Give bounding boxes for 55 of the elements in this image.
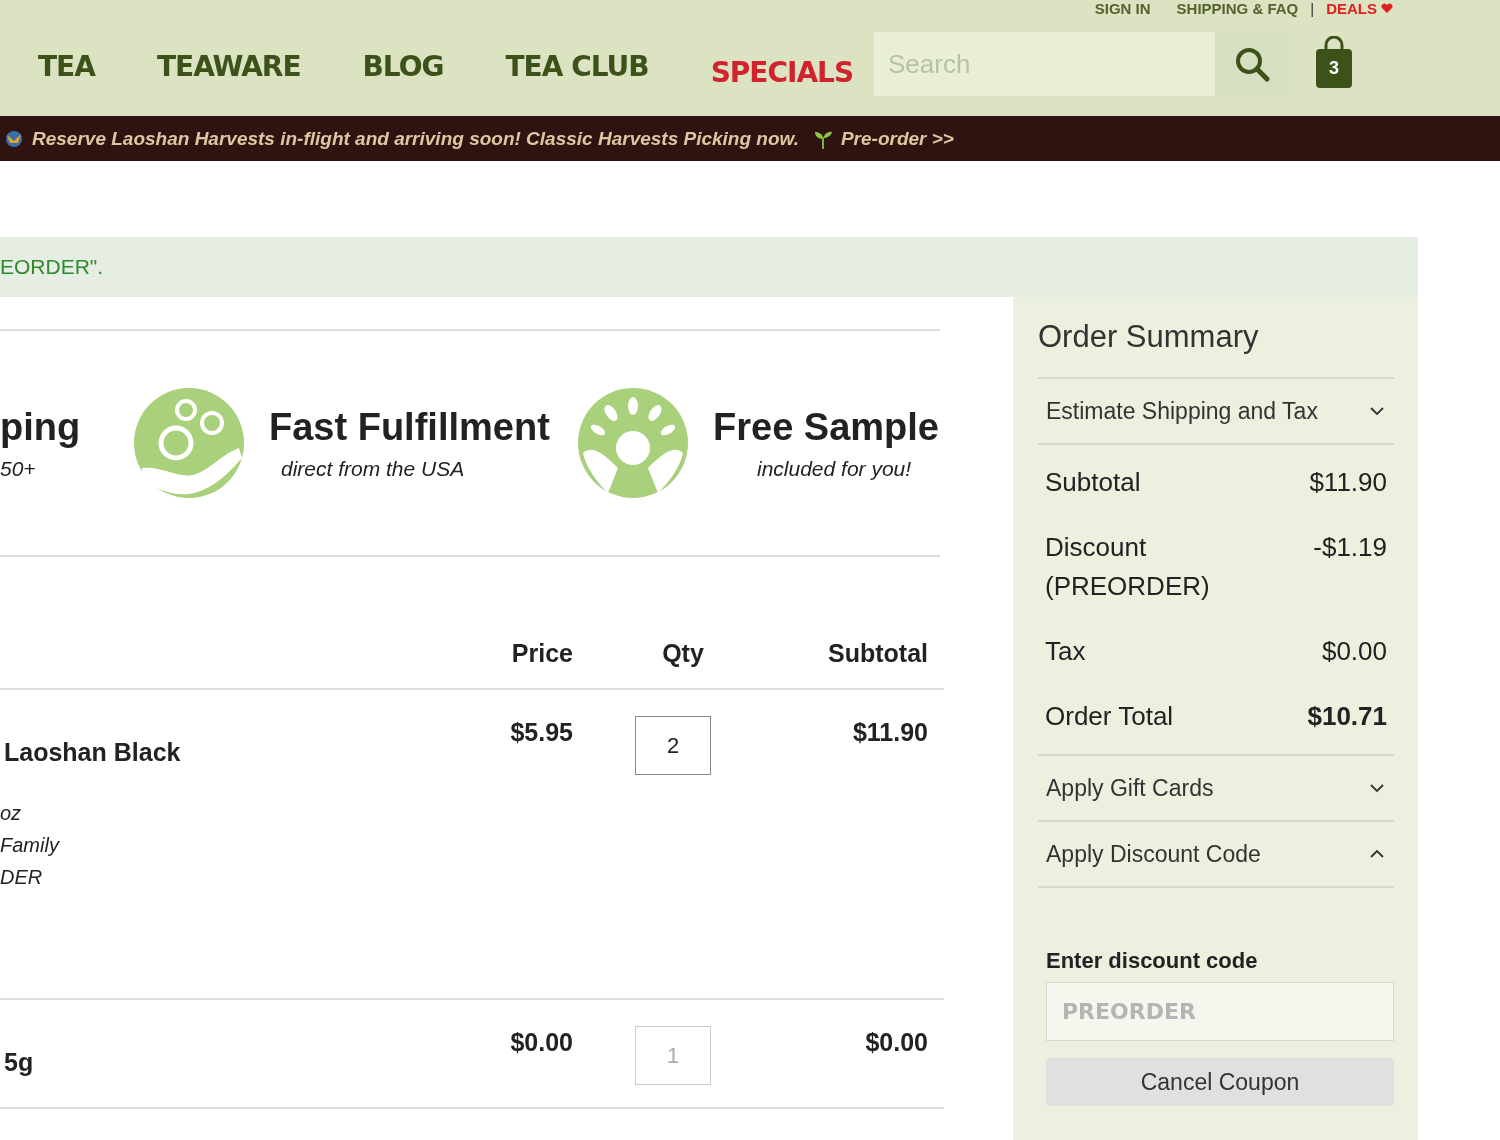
accordion-header[interactable]: Estimate Shipping and Tax [1038, 379, 1394, 445]
feature-subtitle: direct from the USA [280, 456, 466, 481]
chevron-icon [1370, 849, 1384, 859]
cart-bag-icon[interactable]: 3 [1315, 36, 1353, 88]
nav-link[interactable]: TEA CLUB [505, 49, 649, 89]
feature-subtitle: included for you! [756, 456, 913, 481]
notice-message: EORDER". [0, 255, 104, 279]
summary-label: Tax [1045, 635, 1087, 668]
preorder-link[interactable]: Pre-order >> [840, 127, 954, 150]
summary-value: $0.00 [1321, 635, 1387, 668]
cart-count: 3 [1328, 58, 1340, 79]
nav-link[interactable]: SPECIALS [710, 55, 854, 89]
nav-link[interactable]: BLOG [362, 49, 444, 89]
summary-title: Order Summary [1038, 319, 1394, 379]
summary-value: $10.71 [1307, 700, 1387, 733]
summary-value: -$1.19 [1313, 531, 1387, 564]
column-header: Subtotal [828, 639, 928, 667]
feature-subtitle: 50+ [0, 456, 37, 481]
product-option: oz [0, 797, 480, 829]
hand-coins-icon [134, 388, 244, 498]
product-option: DER [0, 861, 480, 893]
accordion-header[interactable]: Apply Gift Cards [1038, 756, 1394, 822]
subtotal-text: $11.90 [852, 718, 928, 746]
announcement-text: Reserve Laoshan Harvests in-flight and arriving soon! Classic Harvests Picking now. [32, 127, 799, 150]
summary-value: $11.90 [1309, 466, 1387, 499]
feature-title: ping [0, 405, 81, 449]
field-label: Enter discount code [1046, 948, 1259, 974]
column-header: Qty [662, 639, 704, 667]
sprout-hands-icon [578, 388, 688, 498]
search-icon [1233, 46, 1270, 82]
product-option: Family [0, 829, 480, 861]
bag-icon [1315, 36, 1353, 88]
separator: | [1310, 0, 1315, 16]
top-link[interactable]: SHIPPING & FAQ [1176, 0, 1299, 16]
quantity-field[interactable]: 2 [635, 716, 711, 775]
nav-link[interactable]: TEA [38, 49, 95, 89]
summary-label: Order Total [1045, 700, 1175, 733]
product-name[interactable]: Laoshan Black [0, 738, 480, 767]
chevron-icon [1370, 406, 1384, 416]
price-text: $5.95 [510, 718, 573, 746]
summary-label: Subtotal [1045, 466, 1142, 499]
heart-icon [1381, 2, 1393, 14]
nav-link[interactable]: TEAWARE [156, 49, 301, 89]
price-text: $0.00 [510, 1028, 573, 1056]
top-link[interactable]: SIGN IN [1094, 0, 1151, 16]
column-header: Price [511, 639, 573, 667]
accordion-header[interactable]: Apply Discount Code [1038, 822, 1394, 888]
search-button[interactable] [1215, 32, 1288, 96]
deals-link[interactable]: DEALS [1326, 0, 1393, 16]
globe-icon [4, 128, 24, 149]
chevron-icon [1370, 783, 1384, 793]
feature-title: Free Sample [713, 405, 939, 449]
feature-title: Fast Fulfillment [269, 405, 550, 449]
summary-label: Discount (PREORDER) [1045, 531, 1211, 603]
subtotal-text: $0.00 [865, 1028, 928, 1056]
